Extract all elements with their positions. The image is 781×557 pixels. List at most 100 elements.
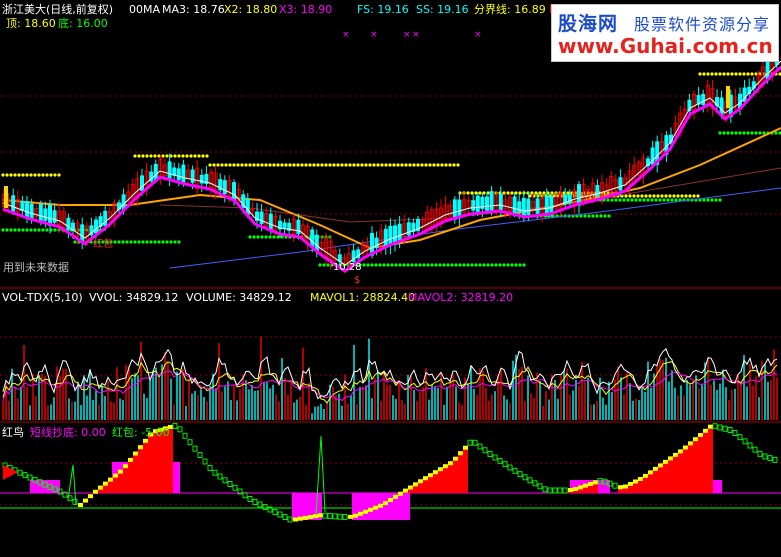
top-marker-dot [372,163,376,167]
bottom-marker-dot [618,198,622,202]
top-marker-dot [444,163,448,167]
red-pack-annotation: 红包 [93,239,113,250]
candle-body [153,163,158,181]
top-marker-dot [145,154,149,158]
top-marker-dot [456,163,460,167]
top-marker-dot [21,173,25,177]
turning-marker [348,514,353,519]
stock-chart-window[interactable]: × × × × × 浙江美大(日线,前复权) 00MA MA3: 18.76 X2: 1… [0,0,781,557]
red-pack-bar [638,479,643,493]
bottom-marker-dot [326,263,330,267]
turning-marker [668,456,673,461]
turning-marker [393,494,398,499]
candle-body [489,191,494,213]
top-marker-dot [688,194,692,198]
bottom-marker-dot [37,228,41,232]
top-marker-dot [177,154,181,158]
turning-marker [448,461,453,466]
turning-marker [118,469,123,474]
bottom-marker-dot [718,131,722,135]
top-marker-dot [542,191,546,195]
red-pack-bar [113,475,118,493]
top-marker-dot [412,163,416,167]
red-pack-bar [153,431,158,493]
top-marker-dot [380,163,384,167]
bottom-marker-dot [658,198,662,202]
top-marker-dot [730,72,734,76]
bottom-marker-dot [21,228,25,232]
declining-step [282,514,288,520]
turning-marker [398,491,403,496]
turning-marker [98,485,103,490]
top-marker-dot [336,163,340,167]
bottom-marker-dot [482,263,486,267]
red-pack-bar [653,468,658,493]
bottom-marker-dot [642,198,646,202]
bottom-marker-dot [738,131,742,135]
top-marker-dot [352,163,356,167]
top-marker-dot [376,163,380,167]
bottom-marker-dot [29,228,33,232]
top-marker-dot [316,163,320,167]
turning-marker [623,484,628,489]
declining-step [542,486,548,493]
top-marker-dot [37,173,41,177]
declining-step [322,512,328,519]
turning-marker [138,445,143,450]
red-pack-bar [148,434,153,493]
bottom-marker-dot [630,198,634,202]
declining-step [522,474,528,481]
top-marker-dot [466,191,470,195]
bottom-marker-dot [394,263,398,267]
bottom-marker-dot [320,235,324,239]
top-marker-dot [424,163,428,167]
chart-canvas[interactable]: × × × × × [0,0,781,557]
candle-body [29,203,34,219]
bottom-marker-dot [153,240,157,244]
slogan-text: 股票软件资源分享 [634,15,771,34]
top-marker-dot [17,173,21,177]
turning-marker [383,501,388,506]
declining-step [27,474,33,481]
bottom-marker-dot [442,263,446,267]
candle-body [11,195,16,212]
candle-body [80,224,85,243]
declining-step [767,455,773,462]
turning-marker [388,498,393,502]
top-marker-dot [628,194,632,198]
bottom-marker-dot [318,263,322,267]
top-marker-dot [672,194,676,198]
ss-value: SS: 19.16 [416,3,469,16]
candle-body [512,196,517,214]
turning-marker [133,451,138,456]
top-marker-dot [652,194,656,198]
turning-marker [373,505,378,510]
bottom-marker-dot [73,240,77,244]
x2-value: X2: 18.80 [224,3,278,16]
turning-marker [128,457,133,462]
red-pack-value: 红包: -5.00 [112,426,170,439]
bottom-marker-dot [386,263,390,267]
top-marker-dot [344,163,348,167]
turning-marker [653,466,658,471]
top-marker-dot [161,154,165,158]
top-marker-dot [550,191,554,195]
top-marker-dot [644,194,648,198]
top-marker-dot [280,163,284,167]
candle-body [475,195,480,213]
candle-body [52,210,57,223]
turning-marker [633,479,638,484]
x-marker: × [412,30,420,40]
candle-body [484,196,489,211]
brand-url: www.Guhai.com.cn [558,34,773,58]
top-marker-dot [53,173,57,177]
bottom-marker-dot [490,263,494,267]
top-marker-dot [510,191,514,195]
top-marker-dot [284,163,288,167]
bottom-marker-dot [366,263,370,267]
top-marker-dot [320,163,324,167]
declining-step [507,464,513,471]
bottom-marker-dot [674,198,678,202]
top-marker-dot [220,163,224,167]
candle-body [222,180,227,195]
